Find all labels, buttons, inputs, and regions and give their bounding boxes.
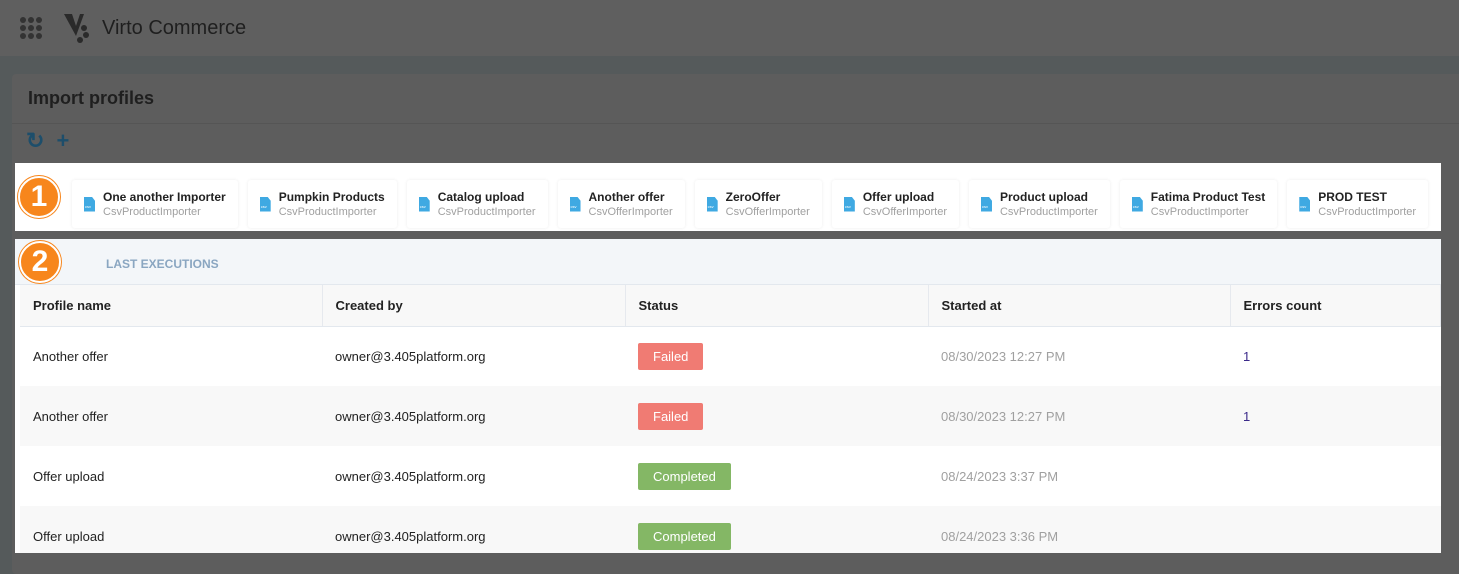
status-badge: Failed [638, 342, 704, 370]
profiles-strip: 1 One another Importer CsvProductImporter… [15, 163, 1441, 231]
plus-icon[interactable]: + [56, 128, 69, 154]
created-by-cell: owner@3.405platform.org [335, 468, 486, 484]
errors-count-cell [1230, 446, 1441, 506]
profile-card[interactable]: PROD TEST CsvProductImporter [1287, 180, 1429, 228]
section-title: LAST EXECUTIONS [106, 257, 219, 271]
errors-count-cell [1230, 506, 1441, 553]
status-cell: Failed [625, 326, 928, 386]
status-badge: Failed [638, 402, 704, 430]
profile-name: Another offer [588, 190, 665, 204]
status-badge: Completed [638, 522, 731, 550]
toolbar: ↻ + [26, 128, 69, 154]
csv-file-icon [84, 196, 95, 212]
profile-type: CsvProductImporter [278, 206, 377, 218]
app-title: Virto Commerce [102, 16, 247, 39]
executions-table: Profile name Created by Status Started a… [20, 285, 1441, 553]
callout-badge: 2 [19, 241, 61, 283]
profile-type: CsvProductImporter [999, 206, 1098, 218]
profile-card[interactable]: Another offer CsvOfferImporter [557, 180, 685, 228]
status-cell: Completed [625, 506, 928, 553]
divider [12, 123, 1459, 124]
table-row[interactable]: Offer upload owner@3.405platform.org Com… [20, 446, 1441, 506]
profile-cards: One another ImporterCsvProductImporterPu… [72, 180, 1429, 228]
app-menu-icon[interactable] [20, 17, 42, 39]
profile-type: CsvProductImporter [1318, 206, 1417, 218]
csv-file-icon [569, 196, 581, 212]
profile-card[interactable]: ZeroOffer CsvOfferImporter [694, 180, 822, 228]
profile-type: CsvProductImporter [1150, 206, 1249, 218]
started-at-cell: 08/24/2023 3:37 PM [941, 468, 1059, 484]
table-row[interactable]: Another offer owner@3.405platform.org Fa… [20, 386, 1441, 446]
profile-card[interactable]: One another Importer CsvProductImporter [72, 180, 238, 228]
column-header[interactable]: Errors count [1230, 285, 1441, 327]
profile-name: Catalog upload [437, 190, 525, 204]
column-header[interactable]: Created by [322, 285, 626, 327]
status-cell: Completed [625, 446, 928, 506]
status-cell: Failed [625, 386, 928, 446]
refresh-icon[interactable]: ↻ [26, 128, 44, 154]
top-bar: Virto Commerce [0, 0, 1459, 56]
csv-file-icon [980, 196, 992, 212]
profile-name-cell: Offer upload [33, 468, 105, 484]
profile-name: Fatima Product Test [1150, 190, 1266, 204]
profile-name: Product upload [999, 190, 1088, 204]
status-badge: Completed [638, 462, 731, 490]
created-by-cell: owner@3.405platform.org [335, 348, 486, 364]
started-at-cell: 08/30/2023 12:27 PM [941, 348, 1066, 364]
section-header: LAST EXECUTIONS [15, 239, 1441, 285]
csv-file-icon [706, 196, 718, 212]
started-at-cell: 08/30/2023 12:27 PM [928, 386, 1230, 446]
table-row[interactable]: Another offer owner@3.405platform.org Fa… [20, 326, 1441, 386]
column-header[interactable]: Started at [928, 285, 1231, 327]
errors-count-cell: 1 [1230, 386, 1441, 446]
profile-name-cell: Offer upload [20, 506, 322, 553]
profile-card[interactable]: Offer upload CsvOfferImporter [831, 180, 959, 228]
profile-name: Offer upload [862, 190, 935, 204]
profile-type: CsvProductImporter [103, 206, 201, 218]
created-by-cell: owner@3.405platform.org [322, 386, 625, 446]
profile-card[interactable]: Product upload CsvProductImporter [968, 180, 1110, 228]
profile-type: CsvProductImporter [437, 206, 536, 218]
virto-logo-icon [64, 14, 89, 43]
column-header[interactable]: Profile name [20, 285, 323, 327]
csv-file-icon [843, 196, 855, 212]
profile-name-cell: Another offer [33, 348, 108, 364]
table-row[interactable]: Offer upload owner@3.405platform.org Com… [20, 506, 1441, 553]
profile-card[interactable]: Catalog upload CsvProductImporter [406, 180, 548, 228]
page-title: Import profiles [28, 88, 155, 108]
csv-file-icon [418, 196, 430, 212]
profile-name: Pumpkin Products [278, 190, 385, 204]
callout-badge: 1 [18, 176, 60, 218]
profile-type: CsvOfferImporter [862, 206, 947, 218]
created-by-cell: owner@3.405platform.org [322, 506, 625, 553]
last-executions-section: LAST EXECUTIONS 2 Profile name Created b… [15, 239, 1441, 553]
started-at-cell: 08/24/2023 3:36 PM [928, 506, 1230, 553]
column-header[interactable]: Status [625, 285, 929, 327]
profile-name: PROD TEST [1318, 190, 1387, 204]
errors-count-cell: 1 [1243, 348, 1251, 364]
profile-type: CsvOfferImporter [725, 206, 810, 218]
profile-type: CsvOfferImporter [588, 206, 673, 218]
csv-file-icon [259, 196, 271, 212]
profile-name: ZeroOffer [725, 190, 781, 204]
profile-name-cell: Another offer [20, 386, 322, 446]
csv-file-icon [1299, 196, 1311, 212]
profile-card[interactable]: Pumpkin Products CsvProductImporter [247, 180, 397, 228]
profile-card[interactable]: Fatima Product Test CsvProductImporter [1119, 180, 1278, 228]
profile-name: One another Importer [103, 190, 226, 204]
csv-file-icon [1131, 196, 1143, 212]
